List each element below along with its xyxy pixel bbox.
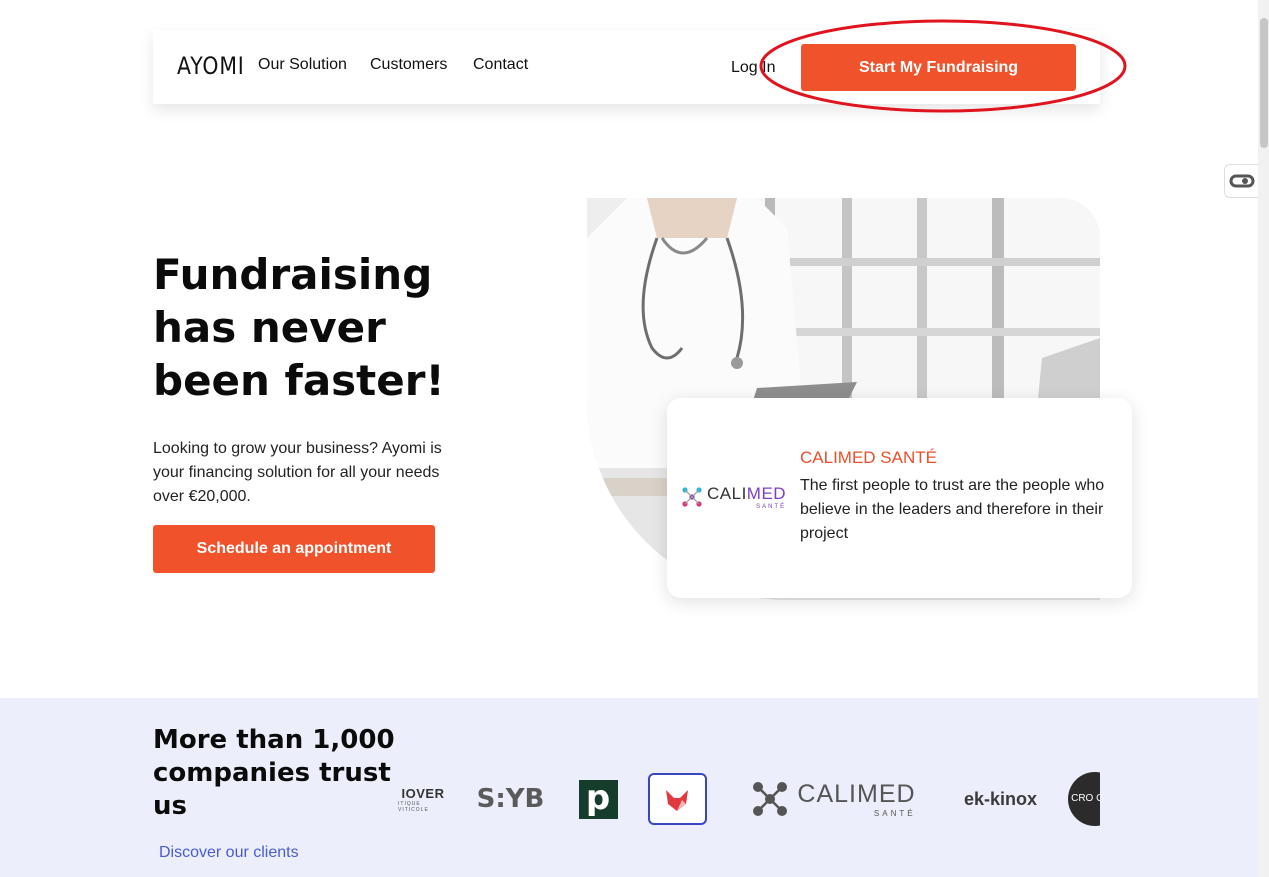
hero-description: Looking to grow your business? Ayomi is … bbox=[153, 440, 442, 505]
testimonial-card: CALIMED SANTÉ CALIMED SANTÉ The first pe… bbox=[667, 398, 1132, 598]
nav-contact[interactable]: Contact bbox=[473, 56, 528, 74]
fox-icon bbox=[666, 790, 688, 811]
testimonial-quote: The first people to trust are the people… bbox=[800, 477, 1105, 542]
client-logo-calimed: CALIMED SANTÉ bbox=[746, 760, 921, 838]
client-logo-p: p bbox=[578, 760, 618, 838]
testimonial-company: CALIMED SANTÉ bbox=[800, 448, 937, 467]
hero-title: Fundraising has never been faster! bbox=[153, 250, 445, 405]
ayomi-logo[interactable]: AYOMI bbox=[177, 52, 245, 80]
calimed-grey-icon bbox=[753, 782, 788, 816]
client-logos-carousel[interactable]: IOVER ITIQUE VITICOLE S:YB p CALIMED SAN… bbox=[398, 760, 1100, 838]
login-link[interactable]: Log In bbox=[731, 59, 775, 77]
clients-title: More than 1,000 companies trust us bbox=[153, 725, 395, 821]
calimed-logo: CALIMED SANTÉ bbox=[681, 484, 786, 510]
client-logo-ekkinox: ek-kinox bbox=[963, 788, 1038, 809]
client-logo-crocoo: CRO COO bbox=[1068, 760, 1100, 838]
nav-customers[interactable]: Customers bbox=[370, 56, 447, 74]
client-logo-iover: IOVER ITIQUE VITICOLE bbox=[398, 785, 445, 813]
scrollbar-thumb[interactable] bbox=[1260, 18, 1268, 148]
start-fundraising-button[interactable]: Start My Fundraising bbox=[801, 44, 1076, 91]
schedule-appointment-button[interactable]: Schedule an appointment bbox=[153, 525, 435, 573]
client-logo-fox bbox=[647, 760, 707, 838]
calimed-icon bbox=[682, 487, 702, 507]
discover-clients-link[interactable]: Discover our clients bbox=[159, 844, 299, 862]
top-navbar: AYOMI Our Solution Customers Contact Log… bbox=[153, 30, 1100, 104]
support-widget-icon[interactable] bbox=[1224, 164, 1258, 198]
calimed-subtitle: SANTÉ bbox=[756, 504, 787, 510]
calimed-wordmark: CALIMED bbox=[707, 484, 787, 503]
client-logo-syb: S:YB bbox=[476, 784, 545, 814]
nav-our-solution[interactable]: Our Solution bbox=[258, 56, 347, 74]
